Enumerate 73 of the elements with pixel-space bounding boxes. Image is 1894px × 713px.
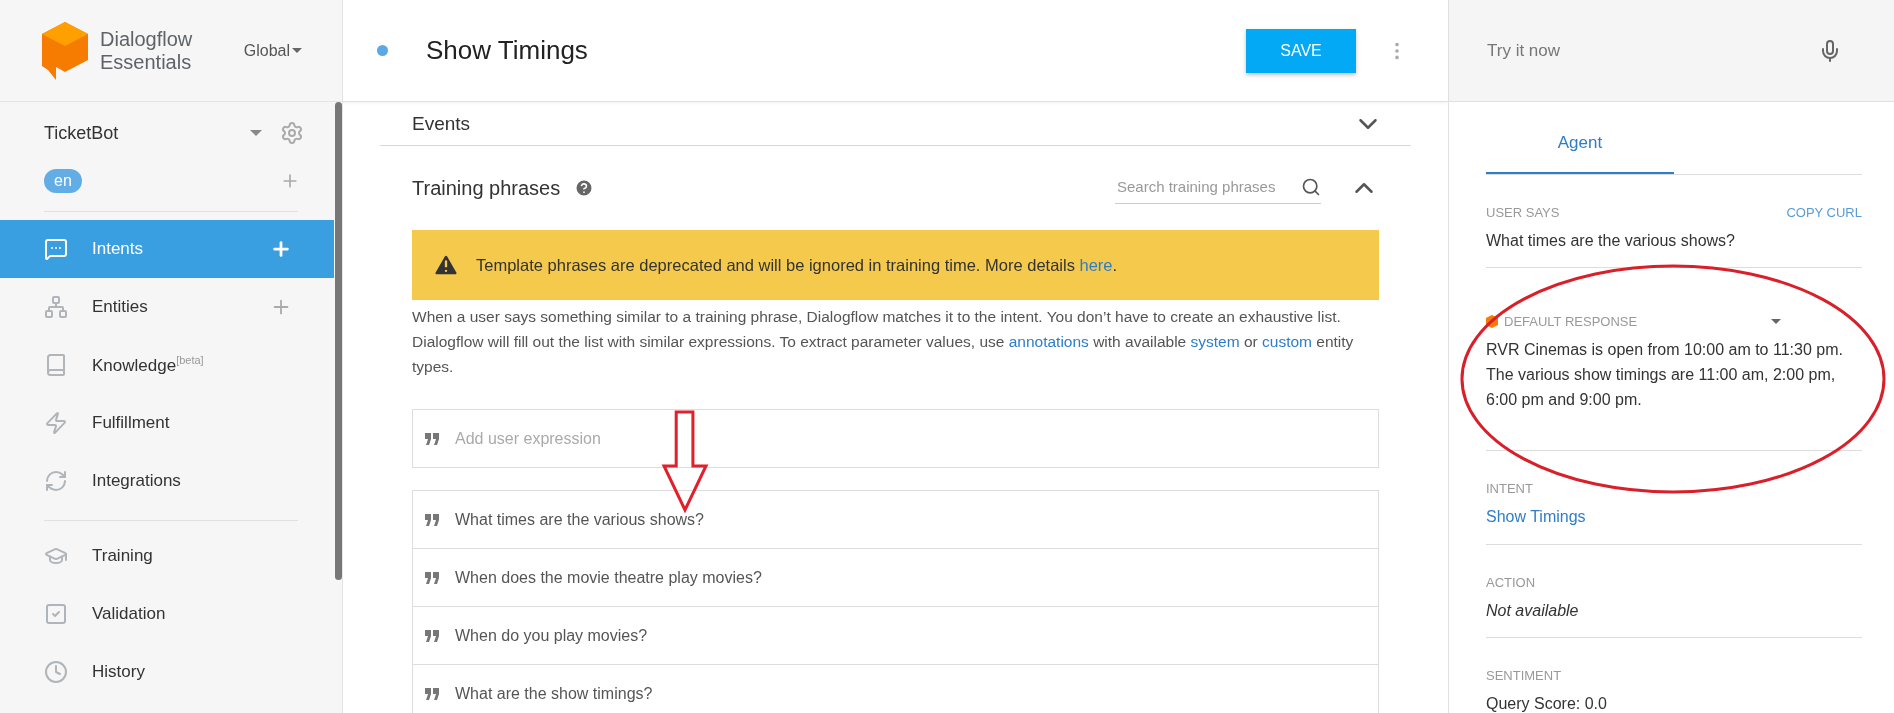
- book-icon: [44, 353, 68, 377]
- training-phrase[interactable]: What times are the various shows?: [413, 491, 1378, 548]
- quote-icon: [425, 513, 439, 526]
- agent-icon: [1486, 314, 1498, 329]
- nav-item[interactable]: History: [0, 643, 334, 701]
- nav-item[interactable]: Fulfillment: [0, 394, 334, 452]
- logo-text: Essentials: [100, 50, 193, 74]
- nav-label: History: [92, 662, 145, 682]
- nav-label: Intents: [92, 239, 144, 259]
- intent-title: Show Timings: [426, 35, 588, 66]
- training-phrase[interactable]: When does the movie theatre play movies?: [413, 548, 1378, 606]
- status-dot: [377, 45, 388, 56]
- nav-label: Knowledge$^{[beta]}$: [92, 354, 204, 376]
- response-text: RVR Cinemas is open from 10:00 am to 11:30 pm. The various show timings are 11:00 am, 2:00 pm, 6:00 pm and 9:00 pm.: [1486, 340, 1844, 410]
- nav-item[interactable]: Knowledge$^{[beta]}$: [0, 336, 334, 394]
- placeholder-text: Add user expression: [455, 429, 601, 448]
- section-title: Training phrases: [412, 176, 561, 200]
- quote-icon: [425, 432, 439, 445]
- nav-item[interactable]: Entities: [0, 278, 334, 336]
- section-label: SENTIMENT: [1486, 668, 1562, 683]
- nav-label: Training: [92, 546, 153, 566]
- phrase-text: What times are the various shows?: [455, 510, 704, 529]
- settings-icon[interactable]: [280, 121, 304, 145]
- try-it-field[interactable]: Try it now: [1449, 0, 1894, 102]
- caret-icon[interactable]: [250, 130, 262, 136]
- section-label: DEFAULT RESPONSE: [1504, 314, 1638, 329]
- logo-icon: [42, 21, 88, 80]
- nav-label: Fulfillment: [92, 413, 170, 433]
- section-label: INTENT: [1486, 481, 1533, 496]
- nav-item[interactable]: Validation: [0, 585, 334, 643]
- scrollbar-thumb[interactable]: [335, 102, 342, 580]
- nav-label: Integrations: [92, 471, 181, 491]
- intent-link[interactable]: Show Timings: [1486, 504, 1862, 529]
- nav-label: Entities: [92, 297, 148, 317]
- region-dropdown[interactable]: Global: [243, 41, 302, 60]
- training-phrase[interactable]: What are the show timings?: [413, 664, 1378, 713]
- action-text: Not available: [1486, 601, 1580, 621]
- description-text: When a user says something similar to a training phrase, Dialogflow matches it to the intent. You don’t have to create an exhaustive list. Dialogflow will fill out the list with similar expressions. To extract parameter values, use annotations with available system or custom entity types.: [412, 307, 1355, 377]
- quote-icon: [425, 687, 439, 700]
- phrase-text: When do you play movies?: [455, 626, 648, 645]
- phrase-text: When does the movie theatre play movies?: [455, 568, 762, 587]
- phrase-text: What are the show timings?: [455, 684, 653, 703]
- section-label: USER SAYS: [1486, 205, 1560, 220]
- link[interactable]: system: [1190, 333, 1240, 350]
- section-title: Events: [412, 112, 471, 135]
- quote-icon: [425, 629, 439, 642]
- section-label: ACTION: [1486, 575, 1536, 590]
- user-says-text: What times are the various shows?: [1486, 231, 1736, 251]
- add-icon[interactable]: [270, 238, 292, 260]
- nav-item[interactable]: Integrations: [0, 452, 334, 510]
- tab[interactable]: Agent: [1486, 114, 1674, 174]
- refresh-icon: [44, 469, 68, 493]
- link[interactable]: custom: [1262, 333, 1312, 350]
- help-icon[interactable]: [574, 178, 595, 198]
- clock-icon: [44, 660, 68, 684]
- hierarchy-icon: [44, 295, 68, 319]
- checkbox-icon: [44, 602, 68, 626]
- lightning-icon: [44, 411, 68, 435]
- warning-text: Template phrases are deprecated and will be ignored in training time. More details here.: [476, 255, 1118, 275]
- sentiment-text: Query Score: 0.0: [1486, 694, 1608, 713]
- placeholder-text: Try it now: [1487, 40, 1561, 61]
- logo-text: Dialogflow: [100, 27, 193, 51]
- link[interactable]: annotations: [1008, 333, 1089, 350]
- nav-label: Validation: [92, 604, 166, 624]
- caret-icon: [292, 48, 302, 53]
- quote-icon: [425, 571, 439, 584]
- search-icon[interactable]: [1301, 176, 1321, 197]
- nav-item[interactable]: Training: [0, 527, 334, 585]
- chat-icon: [44, 237, 68, 261]
- agent-name: TicketBot: [44, 122, 119, 144]
- search-field[interactable]: Search training phrases: [1115, 172, 1321, 204]
- caret-icon[interactable]: [1771, 319, 1782, 324]
- training-phrase[interactable]: When do you play movies?: [413, 606, 1378, 664]
